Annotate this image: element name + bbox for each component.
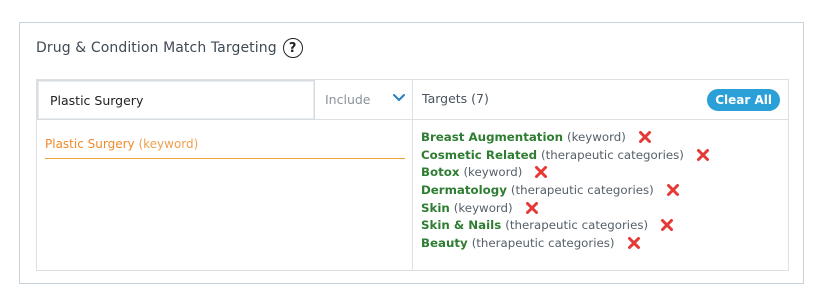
remove-target-icon[interactable] (660, 218, 674, 232)
search-row: Include (37, 80, 412, 120)
target-type: (keyword) (567, 129, 626, 144)
target-name: Skin & Nails (421, 218, 502, 233)
target-type: (therapeutic categories) (541, 147, 684, 162)
targeting-box: Include Plastic Surgery (keyword) Target… (36, 79, 789, 271)
include-select-label: Include (325, 92, 371, 107)
remove-target-icon[interactable] (666, 183, 680, 197)
target-name: Dermatology (421, 182, 507, 197)
target-item: Beauty (therapeutic categories) (421, 234, 710, 252)
target-item: Botox (keyword) (421, 163, 710, 181)
targets-count-label: Targets (7) (422, 91, 489, 106)
remove-target-icon[interactable] (534, 165, 548, 179)
question-circle-icon[interactable]: ? (282, 38, 303, 58)
target-item: Breast Augmentation (keyword) (421, 128, 710, 146)
drug-condition-targeting-panel: Drug & Condition Match Targeting ? Inclu… (19, 22, 804, 284)
targets-list: Breast Augmentation (keyword) Cosmetic Rel… (421, 128, 710, 252)
remove-target-icon[interactable] (627, 236, 641, 250)
panel-header: Drug & Condition Match Targeting ? (36, 35, 303, 61)
target-type: (therapeutic categories) (505, 218, 649, 233)
target-item: Skin & Nails (therapeutic categories) (421, 216, 710, 234)
remove-target-icon[interactable] (525, 201, 539, 215)
search-column: Include Plastic Surgery (keyword) (37, 80, 413, 270)
search-input[interactable] (37, 80, 315, 120)
target-name: Breast Augmentation (421, 129, 563, 144)
target-type: (therapeutic categories) (471, 235, 615, 250)
target-name: Botox (421, 165, 460, 180)
target-name: Skin (421, 200, 450, 215)
targets-column: Targets (7) Clear All Breast Augmentatio… (413, 80, 788, 270)
include-select[interactable]: Include (315, 80, 412, 119)
target-item: Skin (keyword) (421, 199, 710, 217)
suggestion-type: (keyword) (138, 137, 199, 151)
clear-all-button[interactable]: Clear All (707, 89, 780, 111)
target-item: Cosmetic Related (therapeutic categories) (421, 146, 710, 164)
targets-header: Targets (7) Clear All (413, 80, 788, 120)
suggestion-item[interactable]: Plastic Surgery (keyword) (45, 137, 405, 159)
panel-title: Drug & Condition Match Targeting (36, 40, 277, 56)
remove-target-icon[interactable] (638, 130, 652, 144)
target-item: Dermatology (therapeutic categories) (421, 181, 710, 199)
target-name: Beauty (421, 235, 468, 250)
target-type: (keyword) (453, 200, 513, 215)
target-type: (keyword) (463, 165, 523, 180)
target-name: Cosmetic Related (421, 147, 538, 162)
chevron-down-icon (393, 94, 405, 101)
remove-target-icon[interactable] (696, 148, 710, 162)
suggestion-name: Plastic Surgery (45, 137, 135, 151)
target-type: (therapeutic categories) (510, 182, 654, 197)
